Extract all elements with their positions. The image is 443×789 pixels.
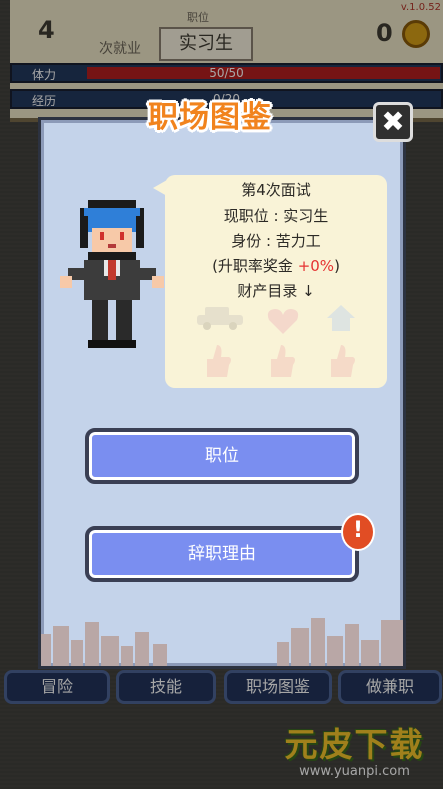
thumbs-up-icon (271, 345, 295, 377)
dialog-title: 职场图鉴 (148, 100, 272, 135)
interview-number-text: 第4次面试 (241, 181, 311, 199)
promotion-bonus-prefix: (升职率奖金 (212, 257, 298, 275)
identity-text: 身份 : 苦力工 (231, 232, 321, 250)
info-speech-bubble: 第4次面试 现职位 : 实习生 身份 : 苦力工 (升职率奖金 +0%) 财产目… (165, 175, 387, 388)
heart-icon (267, 309, 299, 334)
promotion-bonus-value: +0% (297, 257, 335, 275)
thumbs-up-icon (207, 345, 231, 377)
promotion-bonus-text: (升职率奖金 +0%) (165, 255, 387, 276)
position-button[interactable]: 职位 (85, 428, 359, 484)
city-skyline-decoration (41, 618, 403, 666)
current-position-text: 现职位 : 实习生 (223, 207, 329, 225)
close-icon[interactable]: ✖ (373, 102, 413, 142)
player-avatar (60, 200, 164, 348)
alert-badge-icon: ! (341, 513, 375, 551)
thumbs-up-icon (331, 345, 355, 377)
house-icon (327, 305, 355, 331)
promotion-bonus-suffix: ) (334, 257, 340, 275)
car-icon (197, 307, 243, 330)
assets-heading: 财产目录 ↓ (237, 282, 315, 300)
resign-reason-button[interactable]: 辞职理由 (85, 526, 359, 582)
